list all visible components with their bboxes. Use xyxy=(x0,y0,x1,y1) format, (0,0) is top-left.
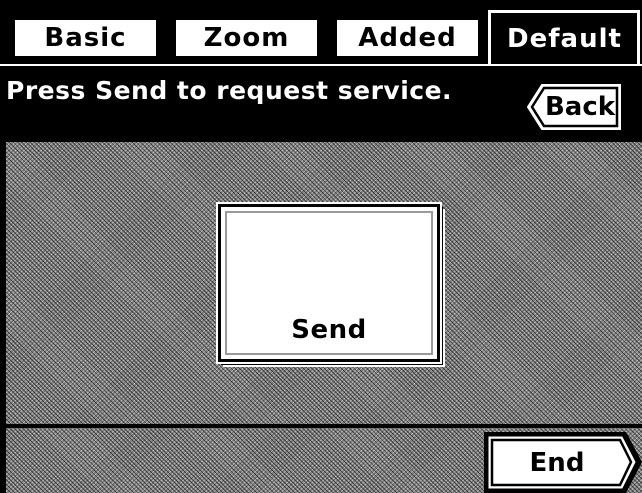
status-message: Press Send to request service. xyxy=(6,76,453,105)
tab-added-face: Added xyxy=(337,20,478,56)
send-button-label: Send xyxy=(291,315,367,345)
tab-basic-face: Basic xyxy=(15,20,156,56)
end-button[interactable]: End xyxy=(484,432,642,493)
message-bar: Press Send to request service. Back xyxy=(0,64,642,142)
tab-basic[interactable]: Basic xyxy=(4,14,162,62)
back-button-label: Back xyxy=(544,92,616,122)
tab-added-label: Added xyxy=(358,23,457,53)
tab-default-face: Default xyxy=(495,16,634,61)
tab-default[interactable]: Default xyxy=(488,10,640,64)
main-panel: Send xyxy=(6,142,642,424)
tab-zoom-label: Zoom xyxy=(203,23,290,53)
tab-added[interactable]: Added xyxy=(326,14,484,62)
end-button-label: End xyxy=(529,447,585,478)
tab-zoom[interactable]: Zoom xyxy=(165,14,323,62)
tab-default-label: Default xyxy=(507,23,622,54)
back-button[interactable]: Back xyxy=(526,84,622,130)
tab-basic-label: Basic xyxy=(44,23,127,53)
send-button[interactable]: Send xyxy=(216,202,442,364)
tab-zoom-face: Zoom xyxy=(176,20,317,56)
tab-bar: Basic Zoom Added Default xyxy=(0,0,642,64)
panel-screen: Basic Zoom Added Default Press Send to r… xyxy=(0,0,642,493)
